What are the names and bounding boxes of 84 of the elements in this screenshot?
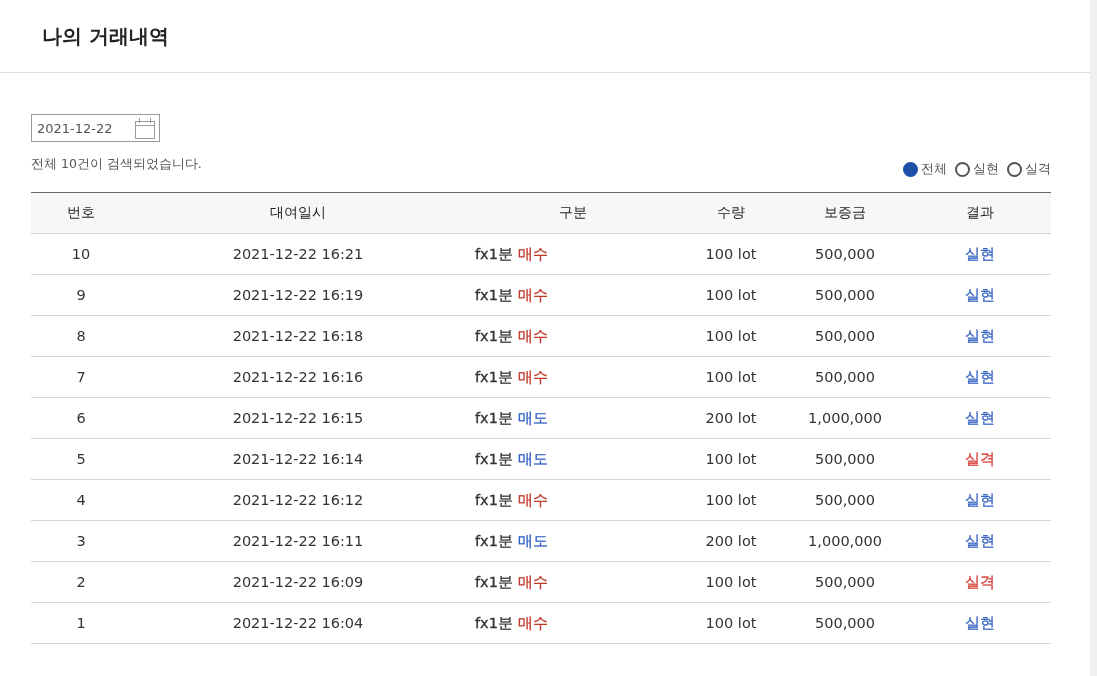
table-cell-text: 2021-12-22 16:15 <box>231 410 365 426</box>
table-cell-text: 6 <box>75 410 87 426</box>
table-cell-text: 7 <box>75 369 87 385</box>
result-text: 실현 <box>964 409 995 426</box>
table-cell-text: 500,000 <box>814 246 876 262</box>
table-cell-text: 100 lot <box>704 492 758 508</box>
result-count: 전체 10건이 검색되었습니다. <box>31 156 202 173</box>
side-text: 매수 <box>517 614 548 631</box>
column-header: 구분 <box>557 204 588 222</box>
table-cell-text: 2021-12-22 16:19 <box>231 287 365 303</box>
side-text: 매도 <box>517 450 548 467</box>
side-text: 매수 <box>517 368 548 385</box>
result-text: 실현 <box>964 614 995 631</box>
table-cell-text: 5 <box>75 451 87 467</box>
product-text: fx1분 <box>475 491 513 508</box>
table-cell-text: 100 lot <box>704 328 758 344</box>
result-text: 실현 <box>964 327 995 344</box>
product-text: fx1분 <box>475 573 513 590</box>
table-cell-text: 200 lot <box>704 410 758 426</box>
table-cell-text: 100 lot <box>704 369 758 385</box>
table-cell-text: 2021-12-22 16:18 <box>231 328 365 344</box>
filter-radio[interactable]: 실격 <box>1007 161 1051 178</box>
table-cell-text: 10 <box>70 246 92 262</box>
side-text: 매수 <box>517 573 548 590</box>
result-text: 실격 <box>964 573 995 590</box>
product-text: fx1분 <box>475 368 513 385</box>
product-text: fx1분 <box>475 614 513 631</box>
table-cell-text: 1,000,000 <box>807 533 883 549</box>
result-text: 실현 <box>964 286 995 303</box>
product-text: fx1분 <box>475 532 513 549</box>
table-cell-text: 8 <box>75 328 87 344</box>
result-text: 실현 <box>964 532 995 549</box>
side-text: 매수 <box>517 286 548 303</box>
side-text: 매수 <box>517 327 548 344</box>
side-text: 매수 <box>517 245 548 262</box>
table-cell-text: 2021-12-22 16:21 <box>231 246 365 262</box>
column-header: 대여일시 <box>269 204 327 222</box>
side-text: 매수 <box>517 491 548 508</box>
table-cell-text: 500,000 <box>814 492 876 508</box>
table-cell-text: 1,000,000 <box>807 410 883 426</box>
table-cell-text: 2021-12-22 16:14 <box>231 451 365 467</box>
column-header: 결과 <box>964 204 995 222</box>
table-cell-text: 500,000 <box>814 287 876 303</box>
table-cell-text: 500,000 <box>814 369 876 385</box>
result-text: 실격 <box>964 450 995 467</box>
scrollbar[interactable] <box>1090 0 1097 676</box>
table-cell-text: 100 lot <box>704 574 758 590</box>
table-cell-text: 500,000 <box>814 328 876 344</box>
product-text: fx1분 <box>475 450 513 467</box>
table-cell-text: 2021-12-22 16:16 <box>231 369 365 385</box>
filter-radio[interactable]: 실현 <box>955 161 999 178</box>
column-header: 번호 <box>66 204 96 222</box>
side-text: 매도 <box>517 532 548 549</box>
table-cell-text: 1 <box>75 615 87 631</box>
table-cell-text: 4 <box>75 492 87 508</box>
filter-radio[interactable]: 전체 <box>903 161 947 178</box>
table-cell-text: 2 <box>75 574 87 590</box>
table-cell-text: 2021-12-22 16:09 <box>231 574 365 590</box>
column-header: 수량 <box>716 204 746 222</box>
table-cell-text: 500,000 <box>814 451 876 467</box>
result-text: 실현 <box>964 368 995 385</box>
result-text: 실현 <box>964 491 995 508</box>
table-cell-text: 500,000 <box>814 615 876 631</box>
column-header: 보증금 <box>823 204 867 222</box>
table-cell-text: 3 <box>75 533 87 549</box>
table-cell-text: 200 lot <box>704 533 758 549</box>
table-cell-text: 2021-12-22 16:12 <box>231 492 365 508</box>
product-text: fx1분 <box>475 245 513 262</box>
table-cell-text: 100 lot <box>704 615 758 631</box>
date-field[interactable]: 2021-12-22 <box>31 114 160 142</box>
page-title: 나의 거래내역 <box>42 22 169 50</box>
result-text: 실현 <box>964 245 995 262</box>
product-text: fx1분 <box>475 409 513 426</box>
table-cell-text: 100 lot <box>704 287 758 303</box>
product-text: fx1분 <box>475 327 513 344</box>
table-cell-text: 2021-12-22 16:11 <box>231 533 365 549</box>
calendar-icon <box>134 117 156 139</box>
table-cell-text: 2021-12-22 16:04 <box>231 615 365 631</box>
product-text: fx1분 <box>475 286 513 303</box>
table-cell-text: 100 lot <box>704 451 758 467</box>
table-cell-text: 100 lot <box>704 246 758 262</box>
table-cell-text: 9 <box>75 287 87 303</box>
table-cell-text: 500,000 <box>814 574 876 590</box>
side-text: 매도 <box>517 409 548 426</box>
